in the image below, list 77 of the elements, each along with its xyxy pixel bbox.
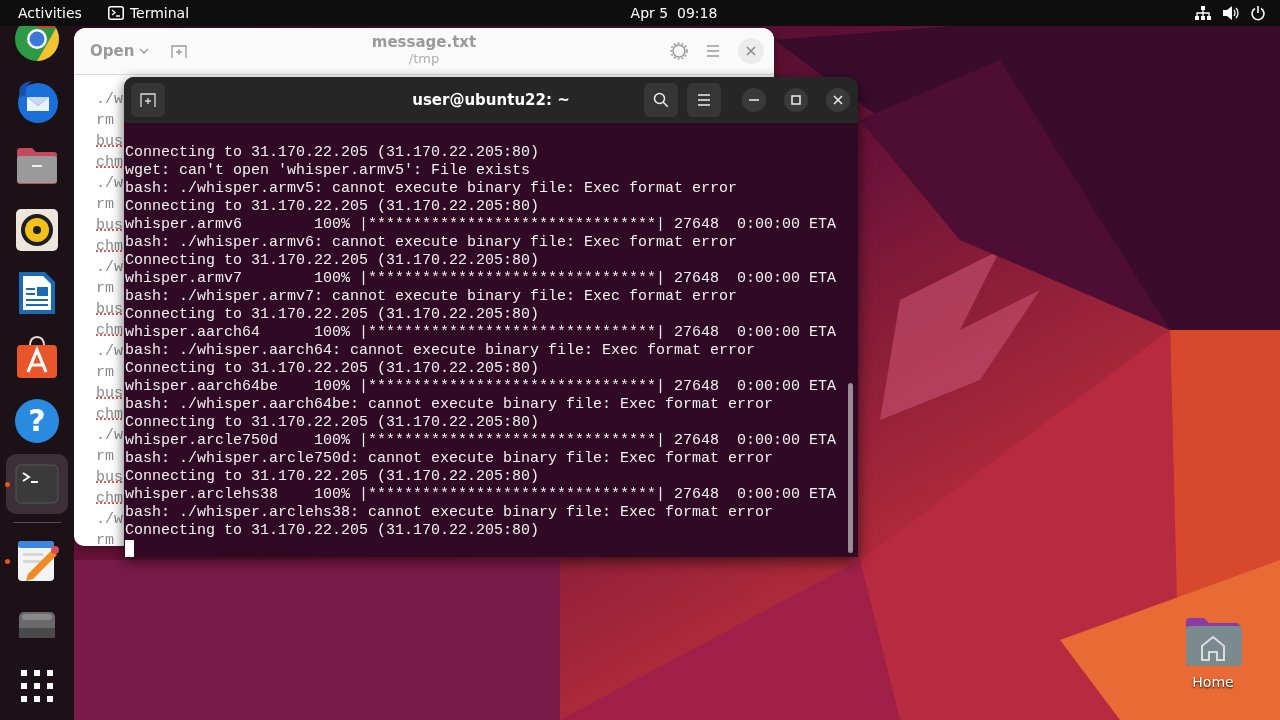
text-line: bus <box>96 384 123 404</box>
text-line: rm <box>96 531 114 546</box>
shopping-bag-icon <box>14 334 60 380</box>
terminal-icon <box>107 6 124 20</box>
file-path: /tmp <box>408 51 440 66</box>
search-icon <box>653 92 669 108</box>
terminal-line: bash: ./whisper.armv5: cannot execute binary file: Exec format error <box>125 180 738 198</box>
maximize-icon <box>791 95 801 105</box>
search-button[interactable] <box>644 83 678 117</box>
window-title: user@ubuntu22: ~ <box>412 91 570 109</box>
caret-icon <box>139 48 150 54</box>
terminal-line: Connecting to 31.170.22.205 (31.170.22.205:80) <box>125 468 540 486</box>
terminal-line: whisper.armv6 100% |********************************| 27648 0:00:00 ETA <box>125 216 837 234</box>
terminal-line: whisper.aarch64be 100% |********************************| 27648 0:00:00 ETA <box>125 378 837 396</box>
text-line: rm <box>96 363 114 383</box>
text-line: rm <box>96 111 114 131</box>
minimize-button[interactable] <box>742 88 766 112</box>
close-icon <box>833 95 843 105</box>
terminal-line: Connecting to 31.170.22.205 (31.170.22.205:80) <box>125 144 540 162</box>
terminal-line: bash: ./whisper.arcle750d: cannot execute binary file: Exec format error <box>125 450 774 468</box>
terminal-line: Connecting to 31.170.22.205 (31.170.22.205:80) <box>125 198 540 216</box>
terminal-line: whisper.aarch64 100% |********************************| 27648 0:00:00 ETA <box>125 324 837 342</box>
text-line: ./w <box>96 174 123 194</box>
settings-icon[interactable] <box>670 42 688 60</box>
terminal-line: bash: ./whisper.aarch64be: cannot execute binary file: Exec format error <box>125 396 774 414</box>
text-line: chm <box>96 153 123 173</box>
terminal-line: Connecting to 31.170.22.205 (31.170.22.205:80) <box>125 522 540 540</box>
text-line: ./w <box>96 258 123 278</box>
window-title: message.txt <box>371 33 477 51</box>
text-line: rm <box>96 195 114 215</box>
new-tab-icon <box>140 92 156 108</box>
terminal-line: Connecting to 31.170.22.205 (31.170.22.205:80) <box>125 360 540 378</box>
menu-icon <box>697 94 711 106</box>
close-icon <box>746 46 756 56</box>
clock-button[interactable]: Apr 5 09:18 <box>556 4 724 22</box>
terminal-line: bash: ./whisper.aarch64: cannot execute binary file: Exec format error <box>125 342 756 360</box>
terminal-line: bash: ./whisper.armv6: cannot execute binary file: Exec format error <box>125 234 738 252</box>
volume-icon[interactable] <box>1222 5 1240 21</box>
terminal-line: whisper.armv7 100% |********************************| 27648 0:00:00 ETA <box>125 270 837 288</box>
terminal-line: bash: ./whisper.armv7: cannot execute binary file: Exec format error <box>125 288 738 306</box>
text-line: ./w <box>96 426 123 446</box>
text-line: bus <box>96 132 123 152</box>
maximize-button[interactable] <box>784 88 808 112</box>
text-line: chm <box>96 405 123 425</box>
text-line: rm <box>96 279 114 299</box>
terminal-line: whisper.arclehs38 100% |********************************| 27648 0:00:00 ETA <box>125 486 837 504</box>
activities-button[interactable]: Activities <box>18 5 82 21</box>
text-line: chm <box>96 489 123 509</box>
browser-icon <box>14 26 60 62</box>
home-folder-icon[interactable] <box>1184 616 1242 666</box>
scrollbar[interactable] <box>848 383 853 553</box>
text-line: chm <box>96 321 123 341</box>
close-button[interactable] <box>826 88 850 112</box>
minimize-icon <box>749 99 759 101</box>
text-line: bus <box>96 468 123 488</box>
terminal-line: wget: can't open 'whisper.armv5': File exists <box>125 162 531 180</box>
text-line: ./w <box>96 90 123 110</box>
new-tab-button[interactable] <box>131 83 165 117</box>
terminal-line: Connecting to 31.170.22.205 (31.170.22.205:80) <box>125 252 540 270</box>
text-line: bus <box>96 300 123 320</box>
app-menu-button[interactable]: Terminal <box>107 5 190 21</box>
power-icon[interactable] <box>1250 5 1266 21</box>
terminal-line: whisper.arcle750d 100% |********************************| 27648 0:00:00 ETA <box>125 432 837 450</box>
help-icon: ? <box>15 398 59 443</box>
text-line: chm <box>96 237 123 257</box>
dock-launcher[interactable]: ? <box>6 390 68 451</box>
text-line: bus <box>96 216 123 236</box>
terminal-line: Connecting to 31.170.22.205 (31.170.22.205:80) <box>125 414 540 432</box>
speaker-icon <box>14 206 60 253</box>
menu-button[interactable] <box>687 83 721 117</box>
text-line: rm <box>96 447 114 467</box>
terminal-line: bash: ./whisper.arclehs38: cannot execute binary file: Exec format error <box>125 504 774 522</box>
icon-label: Home <box>1192 674 1234 690</box>
text-line: ./w <box>96 510 123 530</box>
network-icon[interactable] <box>1194 5 1212 21</box>
terminal-line: Connecting to 31.170.22.205 (31.170.22.205:80) <box>125 306 540 324</box>
text-line: ./w <box>96 342 123 362</box>
